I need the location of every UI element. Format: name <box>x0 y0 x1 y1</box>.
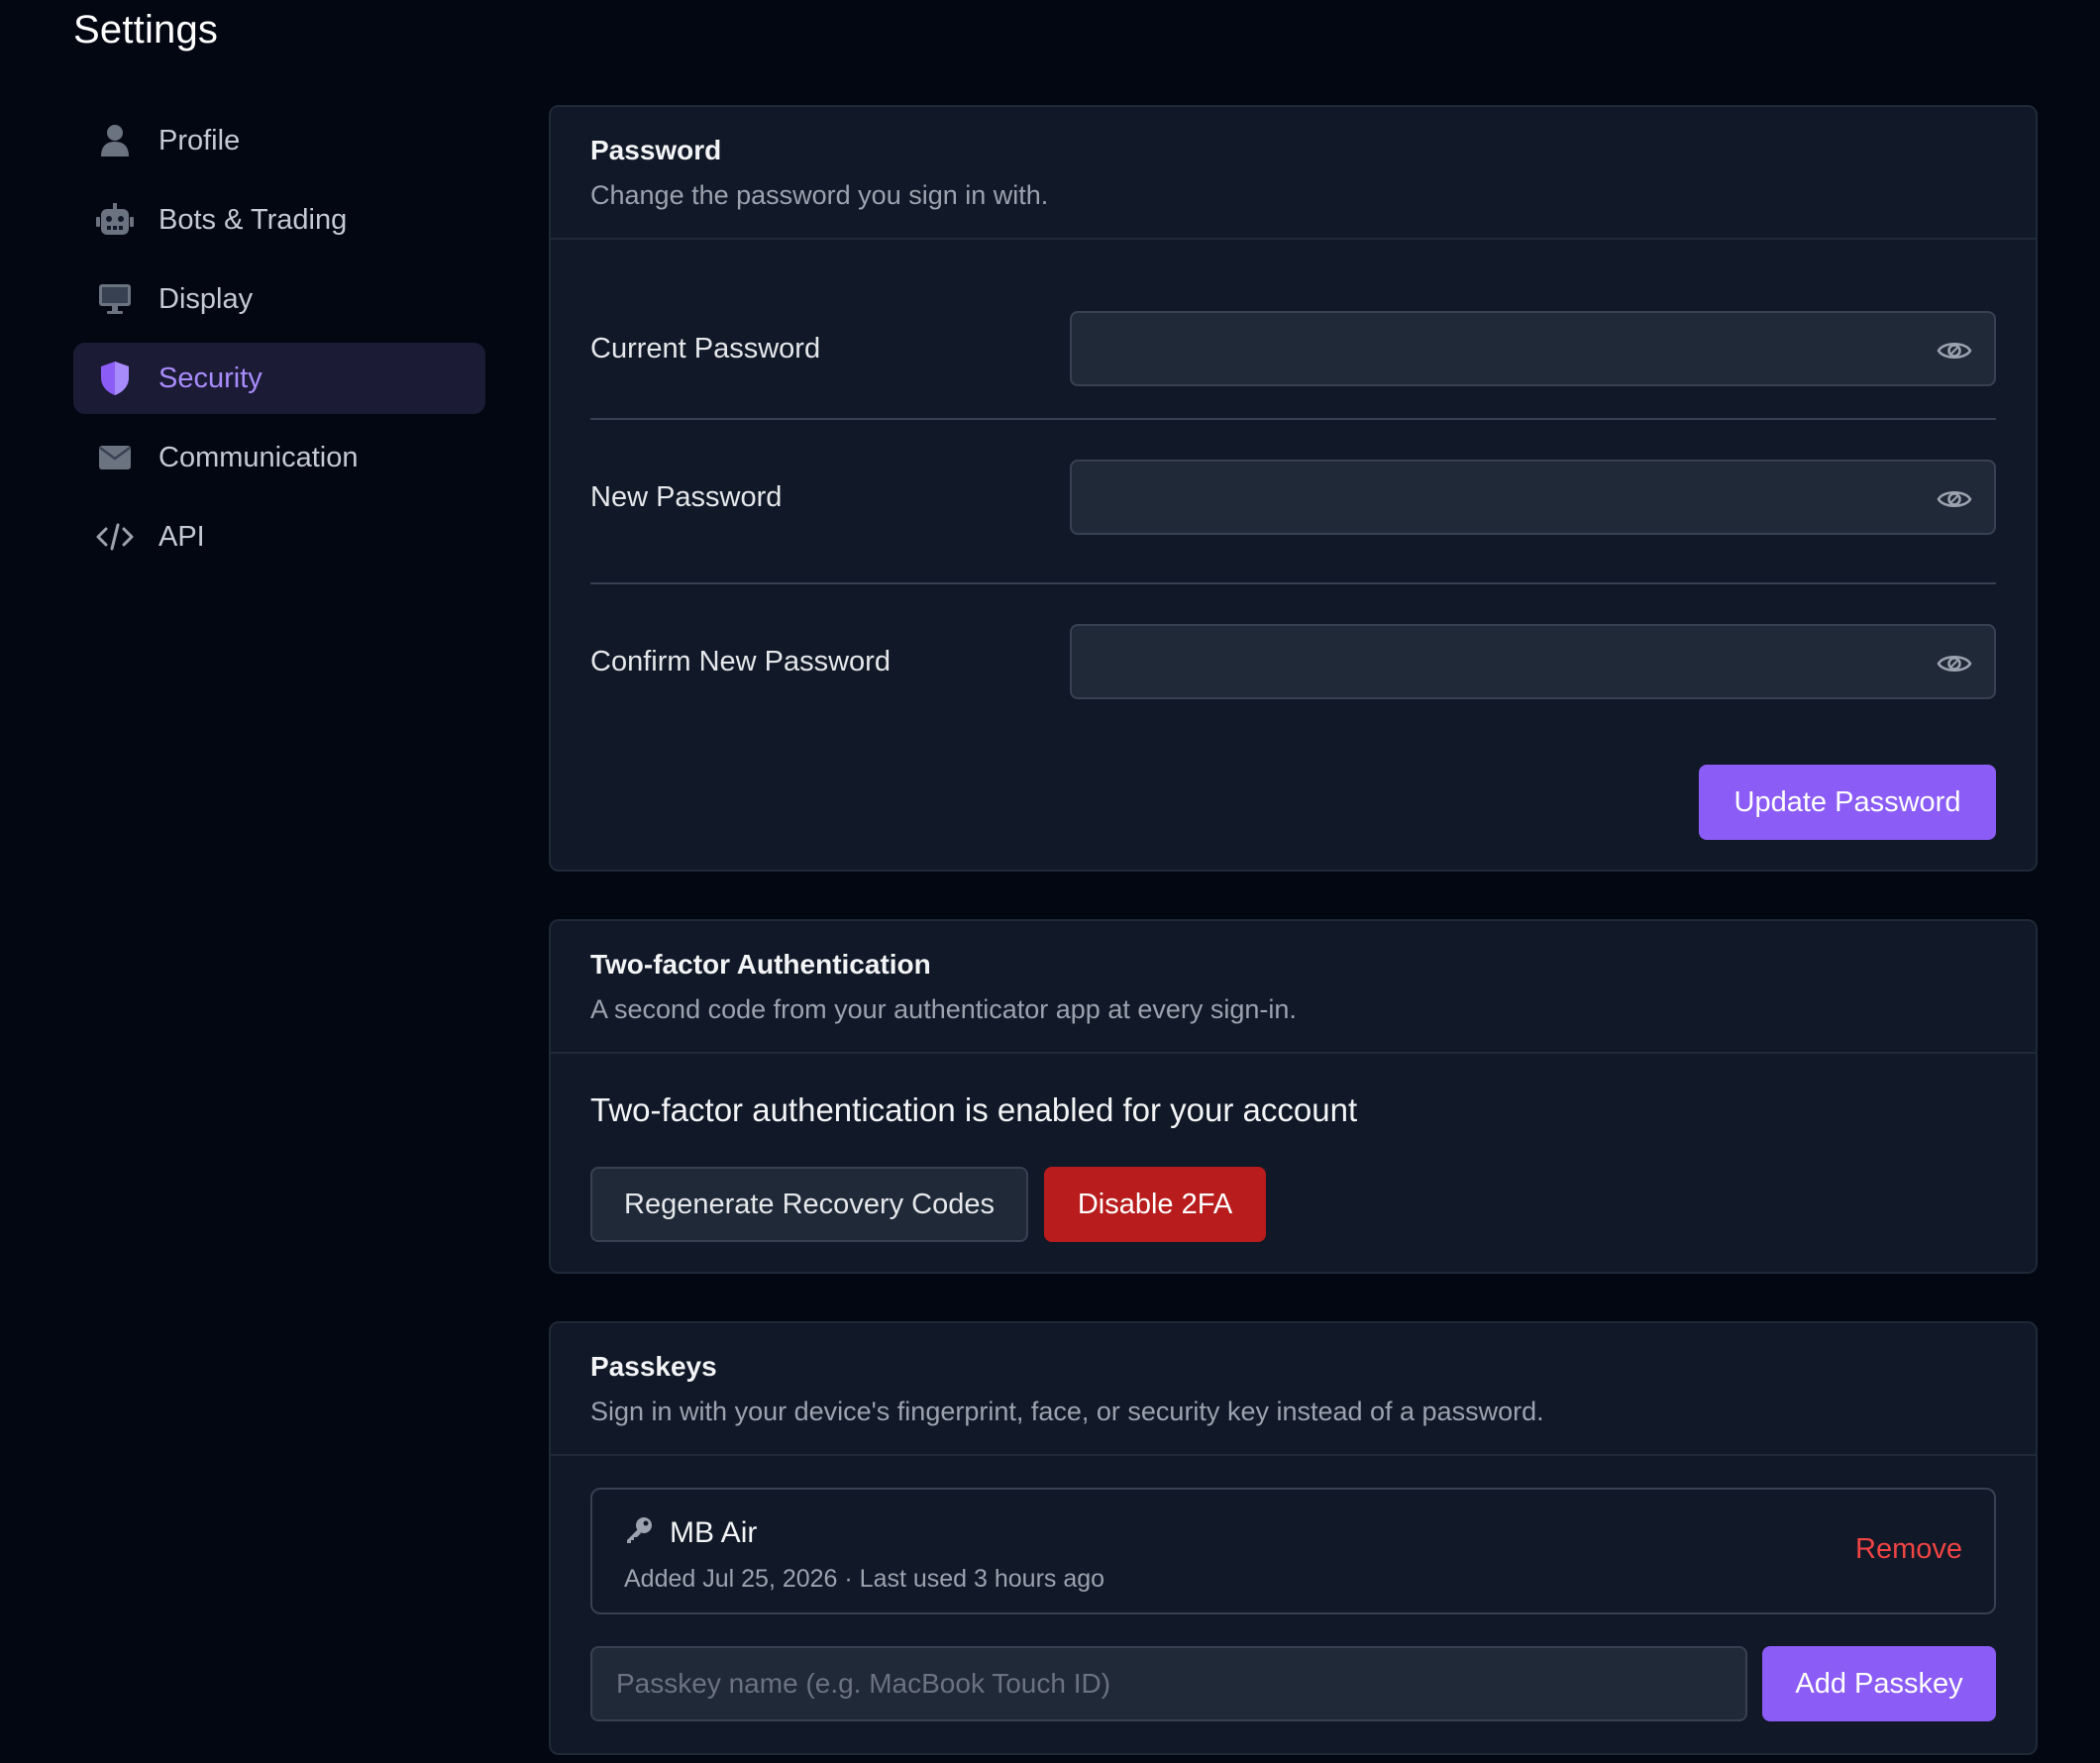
two-factor-subtitle: A second code from your authenticator ap… <box>590 994 1297 1024</box>
sidebar-item-label: Profile <box>158 124 241 156</box>
sidebar-item-label: Bots & Trading <box>158 203 348 236</box>
show-password-toggle[interactable] <box>1935 479 1974 519</box>
robot-icon <box>95 200 135 240</box>
confirm-password-wrapper <box>1070 624 1996 699</box>
password-subtitle: Change the password you sign in with. <box>590 180 1049 210</box>
settings-page: Settings Profile Bots & Trading Display … <box>0 0 2100 1763</box>
confirm-password-row: Confirm New Password <box>590 624 1996 699</box>
new-password-wrapper <box>1070 460 1996 535</box>
passkeys-title: Passkeys <box>590 1351 717 1382</box>
disable-2fa-button[interactable]: Disable 2FA <box>1044 1167 1266 1242</box>
passkey-name: MB Air <box>670 1515 758 1549</box>
sidebar-item-label: API <box>158 520 205 553</box>
update-password-button[interactable]: Update Password <box>1699 765 1996 840</box>
current-password-input[interactable] <box>1072 313 1994 384</box>
current-password-label: Current Password <box>590 332 821 364</box>
eye-icon <box>1937 490 1972 508</box>
settings-sidebar: Profile Bots & Trading Display Security … <box>73 105 485 580</box>
sidebar-item-display[interactable]: Display <box>73 263 485 335</box>
current-password-row: Current Password <box>590 311 1996 386</box>
sidebar-item-label: Communication <box>158 441 359 473</box>
user-icon <box>95 121 135 160</box>
sidebar-item-profile[interactable]: Profile <box>73 105 485 176</box>
password-card: Password Change the password you sign in… <box>549 105 2038 872</box>
eye-icon <box>1937 342 1972 360</box>
passkeys-subtitle: Sign in with your device's fingerprint, … <box>590 1397 1544 1426</box>
passkey-meta: Added Jul 25, 2026 · Last used 3 hours a… <box>624 1565 1105 1593</box>
two-factor-card: Two-factor Authentication A second code … <box>549 919 2038 1274</box>
code-icon <box>95 517 135 557</box>
sidebar-item-security[interactable]: Security <box>73 343 485 414</box>
sidebar-item-bots-trading[interactable]: Bots & Trading <box>73 184 485 256</box>
sidebar-item-api[interactable]: API <box>73 501 485 572</box>
field-divider <box>590 418 1996 420</box>
two-factor-status: Two-factor authentication is enabled for… <box>590 1091 1358 1128</box>
confirm-password-label: Confirm New Password <box>590 645 891 677</box>
password-title: Password <box>590 135 722 165</box>
envelope-icon <box>95 438 135 477</box>
eye-icon <box>1937 655 1972 673</box>
page-title: Settings <box>73 8 219 52</box>
sidebar-item-label: Security <box>158 362 262 394</box>
two-factor-card-header: Two-factor Authentication A second code … <box>551 921 2036 1054</box>
current-password-wrapper <box>1070 311 1996 386</box>
field-divider <box>590 582 1996 584</box>
add-passkey-button[interactable]: Add Passkey <box>1762 1646 1996 1721</box>
passkey-list-item: MB Air Added Jul 25, 2026 · Last used 3 … <box>590 1488 1996 1614</box>
password-card-header: Password Change the password you sign in… <box>551 107 2036 240</box>
show-password-toggle[interactable] <box>1935 331 1974 370</box>
new-password-row: New Password <box>590 460 1996 535</box>
shield-icon <box>95 359 135 398</box>
regenerate-recovery-codes-button[interactable]: Regenerate Recovery Codes <box>590 1167 1028 1242</box>
two-factor-title: Two-factor Authentication <box>590 949 931 980</box>
sidebar-item-communication[interactable]: Communication <box>73 422 485 493</box>
passkey-name-input[interactable] <box>590 1646 1747 1721</box>
new-password-input[interactable] <box>1072 462 1994 533</box>
show-password-toggle[interactable] <box>1935 644 1974 683</box>
sidebar-item-label: Display <box>158 282 254 315</box>
new-password-label: New Password <box>590 480 783 513</box>
monitor-icon <box>95 279 135 319</box>
key-icon <box>624 1515 654 1550</box>
confirm-password-input[interactable] <box>1072 626 1994 697</box>
passkeys-card-header: Passkeys Sign in with your device's fing… <box>551 1323 2036 1456</box>
remove-passkey-button[interactable]: Remove <box>1855 1533 1962 1566</box>
passkeys-card: Passkeys Sign in with your device's fing… <box>549 1321 2038 1755</box>
